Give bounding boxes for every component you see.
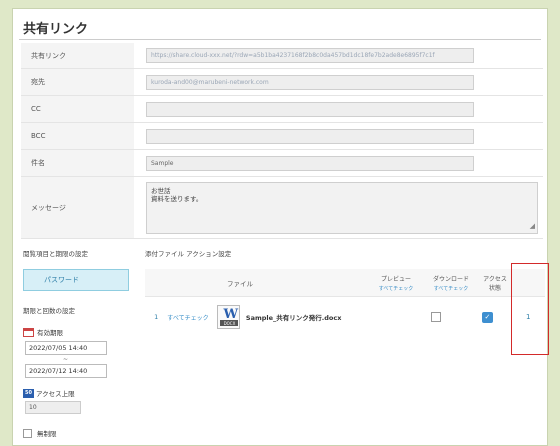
file-actions-section: 添付ファイル アクション設定 ファイル プレビュー すべてチェック ダウンロード…	[145, 248, 545, 337]
resize-grip-icon[interactable]: ◢	[530, 222, 535, 231]
view-settings-label: 閲覧項目と期限の設定	[23, 250, 88, 258]
unlimited-row: 無制限	[23, 428, 131, 438]
expiry-label: 有効期限	[37, 329, 63, 337]
date-from-input[interactable]: 2022/07/05 14:40	[25, 341, 107, 355]
subject-row: 件名 Sample	[21, 150, 543, 177]
access-header-label: アクセス	[483, 275, 507, 283]
bcc-label: BCC	[21, 123, 134, 149]
row-check-all-link[interactable]: すべてチェック	[167, 313, 217, 322]
message-label: メッセージ	[21, 177, 134, 238]
expiry-header: 有効期限	[23, 327, 131, 337]
message-textarea[interactable]: お世話 資料を送ります。 ◢	[146, 181, 538, 234]
file-table-header: ファイル プレビュー すべてチェック ダウンロード すべてチェック アクセス 状…	[145, 269, 545, 297]
to-label: 宛先	[21, 69, 134, 95]
subject-label: 件名	[21, 150, 134, 176]
preview-check-all-link[interactable]: すべてチェック	[379, 285, 413, 292]
period-section-label: 期限と回数の設定	[23, 307, 75, 315]
preview-header-label: プレビュー	[380, 275, 411, 283]
access-state-header-label: 状態	[488, 284, 501, 292]
cc-label: CC	[21, 96, 134, 122]
left-settings-column: 閲覧項目と期限の設定 パスワード 期限と回数の設定 有効期限 2022/07/0…	[23, 248, 131, 438]
highlight-annotation-box	[511, 263, 549, 355]
download-check-all-link[interactable]: すべてチェック	[434, 285, 468, 292]
to-row: 宛先 kuroda-and00@marubeni-network.com	[21, 69, 543, 96]
page-title: 共有リンク	[23, 22, 89, 37]
bcc-row: BCC	[21, 123, 543, 150]
share-link-label: 共有リンク	[21, 43, 134, 68]
unlimited-label: 無制限	[37, 430, 57, 438]
word-document-icon: W DOCX	[217, 305, 240, 329]
unlimited-checkbox[interactable]	[23, 428, 32, 438]
message-row: メッセージ お世話 資料を送ります。 ◢	[21, 177, 543, 239]
file-name: Sample_共有リンク発行.docx	[245, 314, 342, 322]
calendar-icon	[23, 327, 34, 337]
share-link-panel: 共有リンク 共有リンク https://share.cloud-xxx.net/…	[12, 8, 549, 446]
access-limit-label: アクセス上限	[36, 390, 75, 398]
to-field[interactable]: kuroda-and00@marubeni-network.com	[146, 74, 474, 90]
col-header-file: ファイル	[227, 279, 253, 288]
share-link-field[interactable]: https://share.cloud-xxx.net/?rdw=a5b1ba4…	[146, 48, 474, 63]
share-form: 共有リンク https://share.cloud-xxx.net/?rdw=a…	[21, 43, 543, 239]
file-row-number: 1	[154, 313, 159, 321]
access-badge-icon: 50	[23, 388, 34, 398]
subject-field[interactable]: Sample	[146, 155, 474, 171]
title-divider	[19, 39, 541, 40]
cc-row: CC	[21, 96, 543, 123]
bcc-field[interactable]	[146, 128, 474, 144]
preview-checkbox[interactable]	[431, 312, 442, 322]
download-checkbox[interactable]: ✓	[481, 311, 493, 323]
col-header-access: アクセス 状態	[477, 269, 513, 296]
file-row: 1 すべてチェック W DOCX Sample_共有リンク発行.docx ✓ 1	[145, 297, 545, 337]
col-header-download: ダウンロード すべてチェック	[425, 269, 477, 296]
message-line-1: お世話	[151, 186, 171, 195]
download-header-label: ダウンロード	[432, 275, 469, 283]
access-limit-header: 50 アクセス上限	[23, 388, 131, 398]
password-button[interactable]: パスワード	[23, 269, 129, 291]
message-line-2: 資料を送ります。	[151, 195, 203, 204]
share-link-row: 共有リンク https://share.cloud-xxx.net/?rdw=a…	[21, 43, 543, 69]
date-to-input[interactable]: 2022/07/12 14:40	[25, 364, 107, 378]
col-header-preview: プレビュー すべてチェック	[367, 269, 425, 296]
date-range-separator: ~	[63, 356, 69, 363]
file-actions-label: 添付ファイル アクション設定	[145, 250, 232, 258]
access-count-input[interactable]: 10	[25, 401, 81, 414]
cc-field[interactable]	[146, 101, 474, 117]
